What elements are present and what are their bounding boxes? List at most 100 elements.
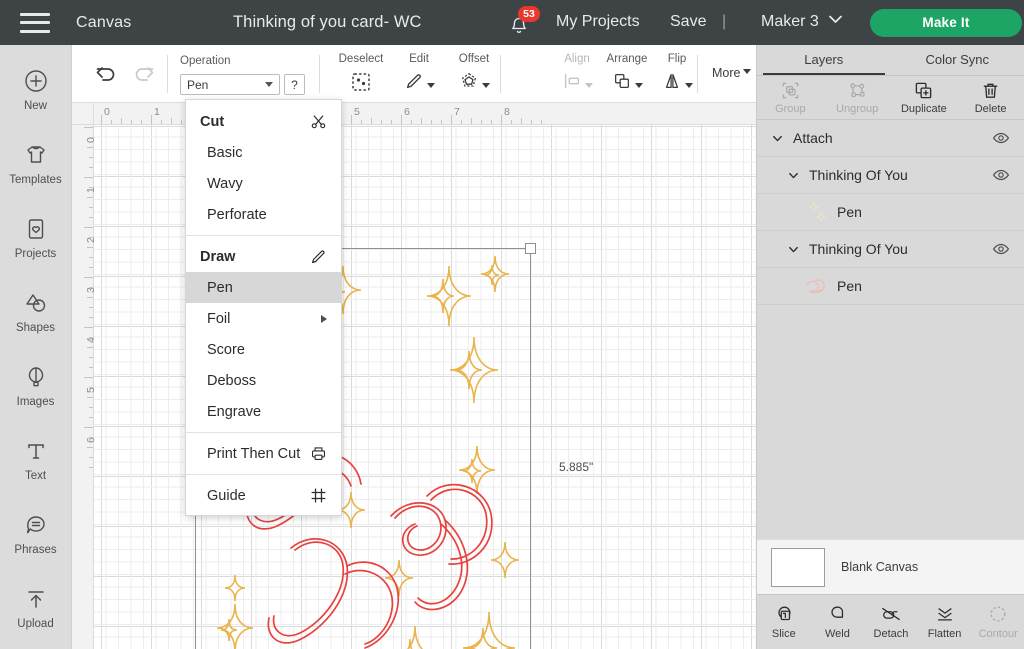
ruler-label: 1 — [85, 187, 97, 193]
layer-row-thinking-of-you-1[interactable]: Thinking Of You — [757, 157, 1024, 194]
eye-icon[interactable] — [992, 129, 1010, 147]
sidebar-item-templates[interactable]: Templates — [0, 127, 71, 201]
ruler-label: 7 — [454, 106, 460, 118]
eye-icon[interactable] — [992, 166, 1010, 184]
menu-item-basic[interactable]: Basic — [186, 137, 341, 168]
layer-name: Thinking Of You — [809, 167, 908, 183]
menu-heading-label: Cut — [200, 113, 225, 130]
flatten-button[interactable]: Flatten — [918, 595, 972, 649]
more-button[interactable]: More — [712, 66, 752, 80]
group-button: Group — [757, 76, 824, 119]
ruler-minor-tick — [141, 120, 142, 124]
menu-item-guide[interactable]: Guide — [186, 480, 341, 511]
ruler-minor-tick — [89, 357, 93, 358]
save-button[interactable]: Save — [670, 13, 706, 31]
sidebar-item-text[interactable]: Text — [0, 423, 71, 497]
delete-label: Delete — [974, 102, 1007, 115]
chevron-down-icon[interactable] — [771, 132, 784, 145]
layer-row-pen-2[interactable]: Pen — [757, 268, 1024, 305]
offset-label: Offset — [458, 53, 490, 65]
detach-button[interactable]: Detach — [864, 595, 918, 649]
flip-button[interactable]: Flip — [650, 53, 704, 96]
operation-help-button[interactable]: ? — [284, 74, 305, 95]
canvas-color-swatch[interactable] — [771, 547, 825, 587]
ruler-label: 3 — [85, 287, 97, 293]
sidebar-item-projects[interactable]: Projects — [0, 201, 71, 275]
ruler-label: 1 — [154, 106, 160, 118]
eye-icon[interactable] — [992, 240, 1010, 258]
machine-selector[interactable]: Maker 3 — [761, 13, 843, 31]
duplicate-button[interactable]: Duplicate — [891, 76, 958, 119]
my-projects-link[interactable]: My Projects — [556, 13, 640, 31]
ruler-tick — [401, 115, 402, 124]
hamburger-icon[interactable] — [20, 12, 50, 33]
operation-dropdown-menu[interactable]: Cut Basic Wavy Perforate Draw Pen Foil S… — [185, 99, 342, 516]
menu-item-label: Deboss — [207, 372, 257, 389]
make-it-button[interactable]: Make It — [870, 9, 1022, 37]
chevron-down-icon[interactable] — [787, 169, 800, 182]
ruler-minor-tick — [421, 118, 422, 124]
notifications-button[interactable]: 53 — [505, 6, 540, 40]
project-title: Thinking of you card- WC — [233, 13, 422, 31]
delete-button[interactable]: Delete — [957, 76, 1024, 119]
ruler-minor-tick — [491, 120, 492, 124]
design-canvas[interactable]: 5.885" 012345678 0123456 100% — [72, 103, 756, 649]
chevron-down-icon[interactable] — [787, 243, 800, 256]
menu-item-foil[interactable]: Foil — [186, 303, 341, 334]
contour-label: Contour — [978, 628, 1018, 640]
tab-layers[interactable]: Layers — [757, 45, 891, 75]
menu-item-engrave[interactable]: Engrave — [186, 396, 341, 427]
sidebar-item-new[interactable]: New — [0, 53, 71, 127]
layer-row-pen-1[interactable]: Pen — [757, 194, 1024, 231]
operation-value: Pen — [187, 78, 209, 92]
slice-icon — [778, 606, 791, 621]
sidebar-item-shapes[interactable]: Shapes — [0, 275, 71, 349]
operation-select[interactable]: Pen — [180, 74, 280, 95]
app-header: Canvas Thinking of you card- WC 53 My Pr… — [0, 0, 1024, 45]
ruler-label: 6 — [85, 437, 97, 443]
edit-button[interactable]: Edit — [392, 53, 446, 96]
menu-item-deboss[interactable]: Deboss — [186, 365, 341, 396]
guide-frame-icon — [311, 488, 326, 503]
menu-item-wavy[interactable]: Wavy — [186, 168, 341, 199]
menu-item-perforate[interactable]: Perforate — [186, 199, 341, 230]
layer-name: Thinking Of You — [809, 241, 908, 257]
layer-row-thinking-of-you-2[interactable]: Thinking Of You — [757, 231, 1024, 268]
menu-item-pen[interactable]: Pen — [186, 272, 341, 303]
deselect-button[interactable]: Deselect — [334, 53, 388, 93]
dimension-label: 5.885" — [559, 460, 594, 474]
ungroup-label: Ungroup — [836, 102, 879, 115]
sidebar-item-images[interactable]: Images — [0, 349, 71, 423]
ruler-label: 8 — [504, 106, 510, 118]
right-panel: Layers Color Sync Group Ungroup Duplicat… — [756, 45, 1024, 649]
undo-arrow-icon[interactable] — [94, 61, 118, 85]
sidebar-item-phrases[interactable]: Phrases — [0, 497, 71, 571]
ruler-minor-tick — [471, 118, 472, 124]
ruler-minor-tick — [89, 307, 93, 308]
ruler-minor-tick — [87, 347, 93, 348]
ruler-minor-tick — [171, 118, 172, 124]
ruler-tick — [151, 115, 152, 124]
resize-handle-top-right[interactable] — [525, 243, 536, 254]
blank-canvas-row[interactable]: Blank Canvas — [757, 539, 1024, 594]
more-label: More — [712, 66, 741, 80]
weld-label: Weld — [824, 628, 850, 640]
offset-button[interactable]: Offset — [447, 53, 501, 96]
menu-heading-draw: Draw — [186, 241, 341, 272]
ruler-minor-tick — [87, 447, 93, 448]
sidebar-item-upload[interactable]: Upload — [0, 571, 71, 645]
ruler-minor-tick — [89, 187, 93, 188]
layer-row-attach[interactable]: Attach — [757, 120, 1024, 157]
sidebar-item-label: Images — [16, 396, 55, 408]
pencil-icon — [406, 74, 421, 89]
arrange-button[interactable]: Arrange — [600, 53, 654, 96]
slice-button[interactable]: Slice — [757, 595, 811, 649]
menu-item-print-then-cut[interactable]: Print Then Cut — [186, 438, 341, 469]
tab-color-sync[interactable]: Color Sync — [891, 45, 1024, 75]
menu-item-score[interactable]: Score — [186, 334, 341, 365]
weld-button[interactable]: Weld — [811, 595, 865, 649]
shapes-icon — [25, 294, 45, 312]
ruler-tick — [84, 377, 93, 378]
ruler-label: 4 — [85, 337, 97, 343]
ruler-tick — [501, 115, 502, 124]
